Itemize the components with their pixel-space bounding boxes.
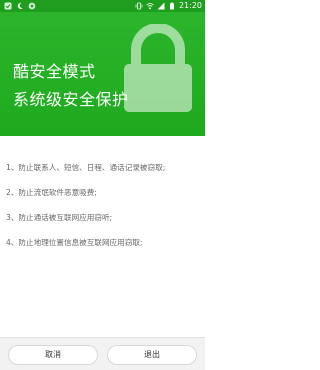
app-icon bbox=[4, 2, 12, 10]
feature-item-2: 2、防止流氓软件恶意吸费; bbox=[6, 188, 97, 197]
battery-icon bbox=[169, 2, 174, 10]
feature-item-3: 3、防止通话被互联网应用窃听; bbox=[6, 213, 113, 222]
status-right-icons: 21:20 bbox=[135, 0, 202, 12]
vibrate-icon bbox=[135, 2, 143, 10]
hero-banner: 酷安全模式 系统级安全保护 bbox=[0, 12, 205, 136]
cancel-button[interactable]: 取消 bbox=[8, 345, 98, 365]
exit-button[interactable]: 退出 bbox=[107, 345, 197, 365]
wifi-icon bbox=[146, 3, 154, 10]
status-time: 21:20 bbox=[178, 1, 202, 10]
app2-icon bbox=[28, 2, 36, 10]
moon-icon bbox=[17, 2, 23, 9]
status-left-icons bbox=[4, 0, 36, 12]
feature-item-1: 1、防止联系人、短信、日程、通话记录被窃取; bbox=[6, 163, 166, 172]
hero-title-line1: 酷安全模式 bbox=[13, 62, 96, 81]
status-bar: 21:20 bbox=[0, 0, 205, 12]
hero-title-line2: 系统级安全保护 bbox=[13, 90, 129, 109]
feature-item-4: 4、防止地理位置信息被互联网应用窃取; bbox=[6, 238, 143, 247]
lock-icon bbox=[124, 24, 192, 112]
footer-bar: 取消 退出 bbox=[0, 337, 205, 370]
signal-icon bbox=[157, 2, 165, 10]
